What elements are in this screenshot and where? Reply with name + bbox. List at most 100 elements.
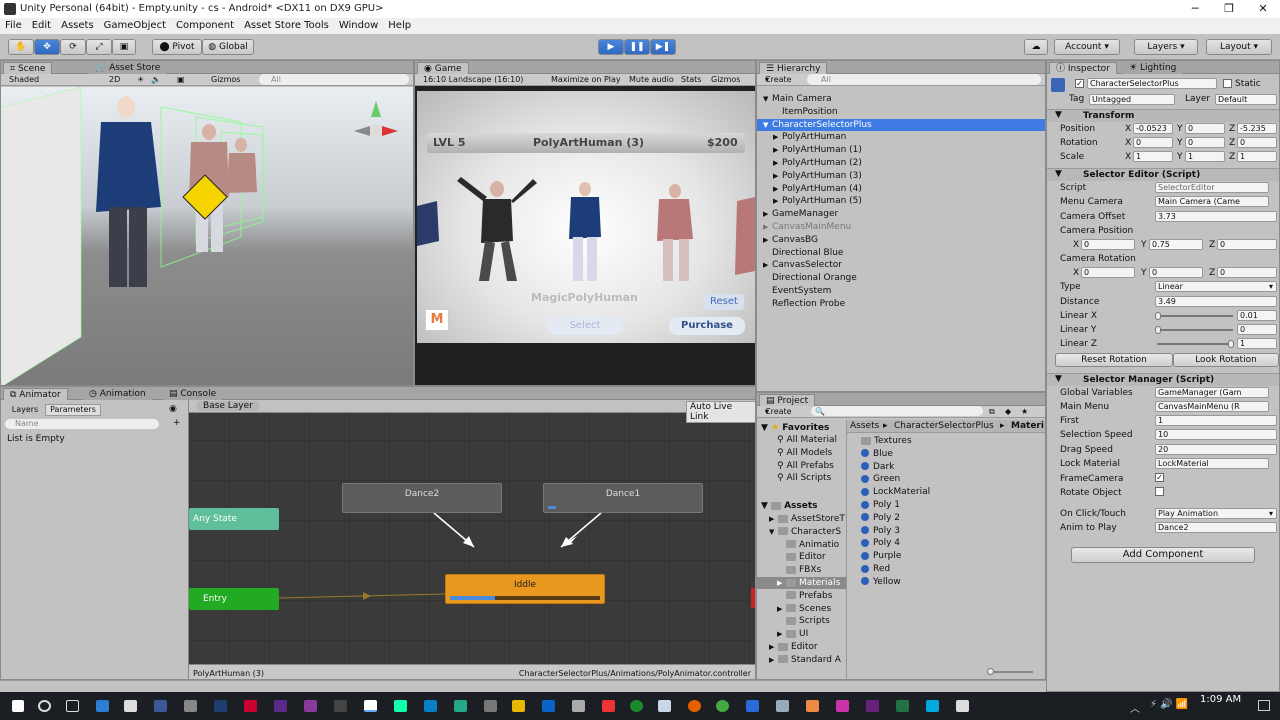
effects-icon[interactable]: ▣ xyxy=(177,74,185,85)
scene-search-input[interactable]: All xyxy=(259,74,409,85)
scale-x-field[interactable]: 1 xyxy=(1133,151,1173,162)
app5-icon[interactable] xyxy=(454,700,467,712)
selector-manager-header[interactable]: Selector Manager (Script) xyxy=(1047,373,1279,386)
app16-icon[interactable] xyxy=(836,700,849,712)
start-icon[interactable] xyxy=(12,700,24,712)
app18-icon[interactable] xyxy=(956,700,969,712)
hierarchy-item[interactable]: ▶ PolyArtHuman (4) xyxy=(757,183,1045,195)
tab-animator[interactable]: ⧉ Animator xyxy=(3,388,68,400)
fold-arrow-icon[interactable]: ▶ xyxy=(777,628,786,640)
hierarchy-item[interactable]: Directional Blue xyxy=(757,247,1045,259)
app10-icon[interactable] xyxy=(602,700,615,712)
rotation-x-field[interactable]: 0 xyxy=(1133,137,1173,148)
menu-component[interactable]: Component xyxy=(171,18,239,34)
cloud-icon[interactable]: ☁ xyxy=(1024,39,1048,55)
lock-material-field[interactable]: LockMaterial xyxy=(1155,458,1269,469)
hierarchy-item[interactable]: EventSystem xyxy=(757,285,1045,297)
scale-y-field[interactable]: 1 xyxy=(1185,151,1225,162)
edge-icon[interactable] xyxy=(96,700,109,712)
fold-arrow-icon[interactable]: ▶ xyxy=(763,221,772,233)
facebook-icon[interactable] xyxy=(154,700,167,712)
maximize-on-play-toggle[interactable]: Maximize on Play xyxy=(551,74,621,85)
light-icon[interactable]: ☀ xyxy=(137,74,144,85)
app8-icon[interactable] xyxy=(542,700,555,712)
dance2-state[interactable]: Dance2 xyxy=(342,483,502,513)
project-file-item[interactable]: LockMaterial xyxy=(861,486,930,498)
project-create-dropdown[interactable]: Create ▾ xyxy=(765,406,792,417)
transform-fold-icon[interactable]: ▼ xyxy=(1055,110,1062,120)
hierarchy-item[interactable]: ▶ CanvasBG xyxy=(757,234,1045,246)
eye-icon[interactable]: ◉ xyxy=(169,404,177,414)
global-button[interactable]: ◍ Global xyxy=(202,39,254,55)
layer-dropdown[interactable]: Default xyxy=(1215,94,1277,105)
asset-folder-item[interactable]: Editor xyxy=(757,551,846,563)
asset-folder-item[interactable]: ▶ Scenes xyxy=(757,603,846,615)
reset-rotation-button[interactable]: Reset Rotation xyxy=(1055,353,1173,367)
app6-icon[interactable] xyxy=(484,700,497,712)
tray-icons[interactable]: ⚡ 🔊 📶 xyxy=(1150,699,1188,710)
fold-arrow-icon[interactable]: ▶ xyxy=(773,157,782,169)
game-view[interactable]: LVL 5 PolyArtHuman (3) $200 MagicPolyHum… xyxy=(417,91,755,343)
project-file-item[interactable]: Poly 1 xyxy=(861,499,900,511)
rect-tool-icon[interactable]: ▣ xyxy=(112,39,136,55)
app15-icon[interactable] xyxy=(806,700,819,712)
fold-arrow-icon[interactable]: ▼ xyxy=(763,119,772,131)
hierarchy-item[interactable]: ItemPosition xyxy=(757,106,1045,118)
hierarchy-item[interactable]: ▶ PolyArtHuman (2) xyxy=(757,157,1045,169)
premiere-icon[interactable] xyxy=(304,700,317,712)
asset-folder-item[interactable]: Animatio xyxy=(757,539,846,551)
fold-arrow-icon[interactable]: ▶ xyxy=(777,577,786,589)
layers-dropdown[interactable]: Layers ▾ xyxy=(1134,39,1198,55)
app3-icon[interactable] xyxy=(394,700,407,712)
object-name-input[interactable]: CharacterSelectorPlus xyxy=(1087,78,1217,89)
fold-arrow-icon[interactable]: ▶ xyxy=(773,183,782,195)
menu-asset-store-tools[interactable]: Asset Store Tools xyxy=(239,18,334,34)
project-file-item[interactable]: Poly 2 xyxy=(861,512,900,524)
hierarchy-search-input[interactable]: All xyxy=(807,74,1041,85)
menu-help[interactable]: Help xyxy=(383,18,416,34)
favorite-item[interactable]: ⚲ All Models xyxy=(777,447,832,459)
asset-folder-item[interactable]: Scripts xyxy=(757,615,846,627)
asset-folder-item[interactable]: ▶ Materials xyxy=(757,577,846,589)
menu-window[interactable]: Window xyxy=(334,18,383,34)
tab-game[interactable]: ◉ Game xyxy=(417,62,469,74)
linear-y-slider-thumb[interactable] xyxy=(1155,326,1161,334)
hierarchy-item[interactable]: Reflection Probe xyxy=(757,298,1045,310)
stats-toggle[interactable]: Stats xyxy=(681,74,701,85)
app-icon[interactable] xyxy=(184,700,197,712)
linear-x-slider-track[interactable] xyxy=(1157,315,1233,317)
app4-icon[interactable] xyxy=(424,700,437,712)
breadcrumb-characterselectorplus[interactable]: CharacterSelectorPlus xyxy=(894,420,994,432)
scale-z-field[interactable]: 1 xyxy=(1237,151,1277,162)
tray-chevron-icon[interactable]: ︿ xyxy=(1130,700,1140,715)
project-file-item[interactable]: Red xyxy=(861,563,890,575)
scale-tool-icon[interactable]: ⤢ xyxy=(86,39,112,55)
favorites-header[interactable]: ▼ ★ Favorites xyxy=(761,422,829,434)
hierarchy-item[interactable]: ▶ CanvasSelector xyxy=(757,259,1045,271)
asset-folder-item[interactable]: Prefabs xyxy=(757,590,846,602)
mute-audio-toggle[interactable]: Mute audio xyxy=(629,74,674,85)
look-rotation-button[interactable]: Look Rotation xyxy=(1173,353,1279,367)
iddle-state[interactable]: Iddle xyxy=(445,574,605,604)
camera-position-x-field[interactable]: 0 xyxy=(1081,239,1135,250)
fold-arrow-icon[interactable]: ▶ xyxy=(763,208,772,220)
after-effects-icon[interactable] xyxy=(274,700,287,712)
tab-hierarchy[interactable]: ☰ Hierarchy xyxy=(759,62,828,74)
breadcrumb-materials[interactable]: Materi xyxy=(1011,420,1044,432)
task-view-icon[interactable] xyxy=(66,700,79,712)
tab-asset-store[interactable]: 🛒 Asset Store xyxy=(89,62,167,74)
app7-icon[interactable] xyxy=(512,700,525,712)
hierarchy-item[interactable]: ▶ PolyArtHuman xyxy=(757,131,1045,143)
search-icon[interactable] xyxy=(38,700,51,712)
tag-dropdown[interactable]: Untagged xyxy=(1089,94,1175,105)
hierarchy-item[interactable]: ▶ GameManager xyxy=(757,208,1045,220)
add-component-button[interactable]: Add Component xyxy=(1071,547,1255,563)
store-icon[interactable] xyxy=(124,700,137,712)
fold-arrow-icon[interactable]: ▼ xyxy=(763,93,772,105)
asset-folder-item[interactable]: ▶ Editor xyxy=(757,641,846,653)
move-tool-icon[interactable]: ✥ xyxy=(34,39,60,55)
transform-header[interactable]: Transform xyxy=(1047,109,1279,122)
acrobat-icon[interactable] xyxy=(244,700,257,712)
parameter-search-input[interactable]: Name xyxy=(5,419,159,429)
menu-assets[interactable]: Assets xyxy=(56,18,99,34)
